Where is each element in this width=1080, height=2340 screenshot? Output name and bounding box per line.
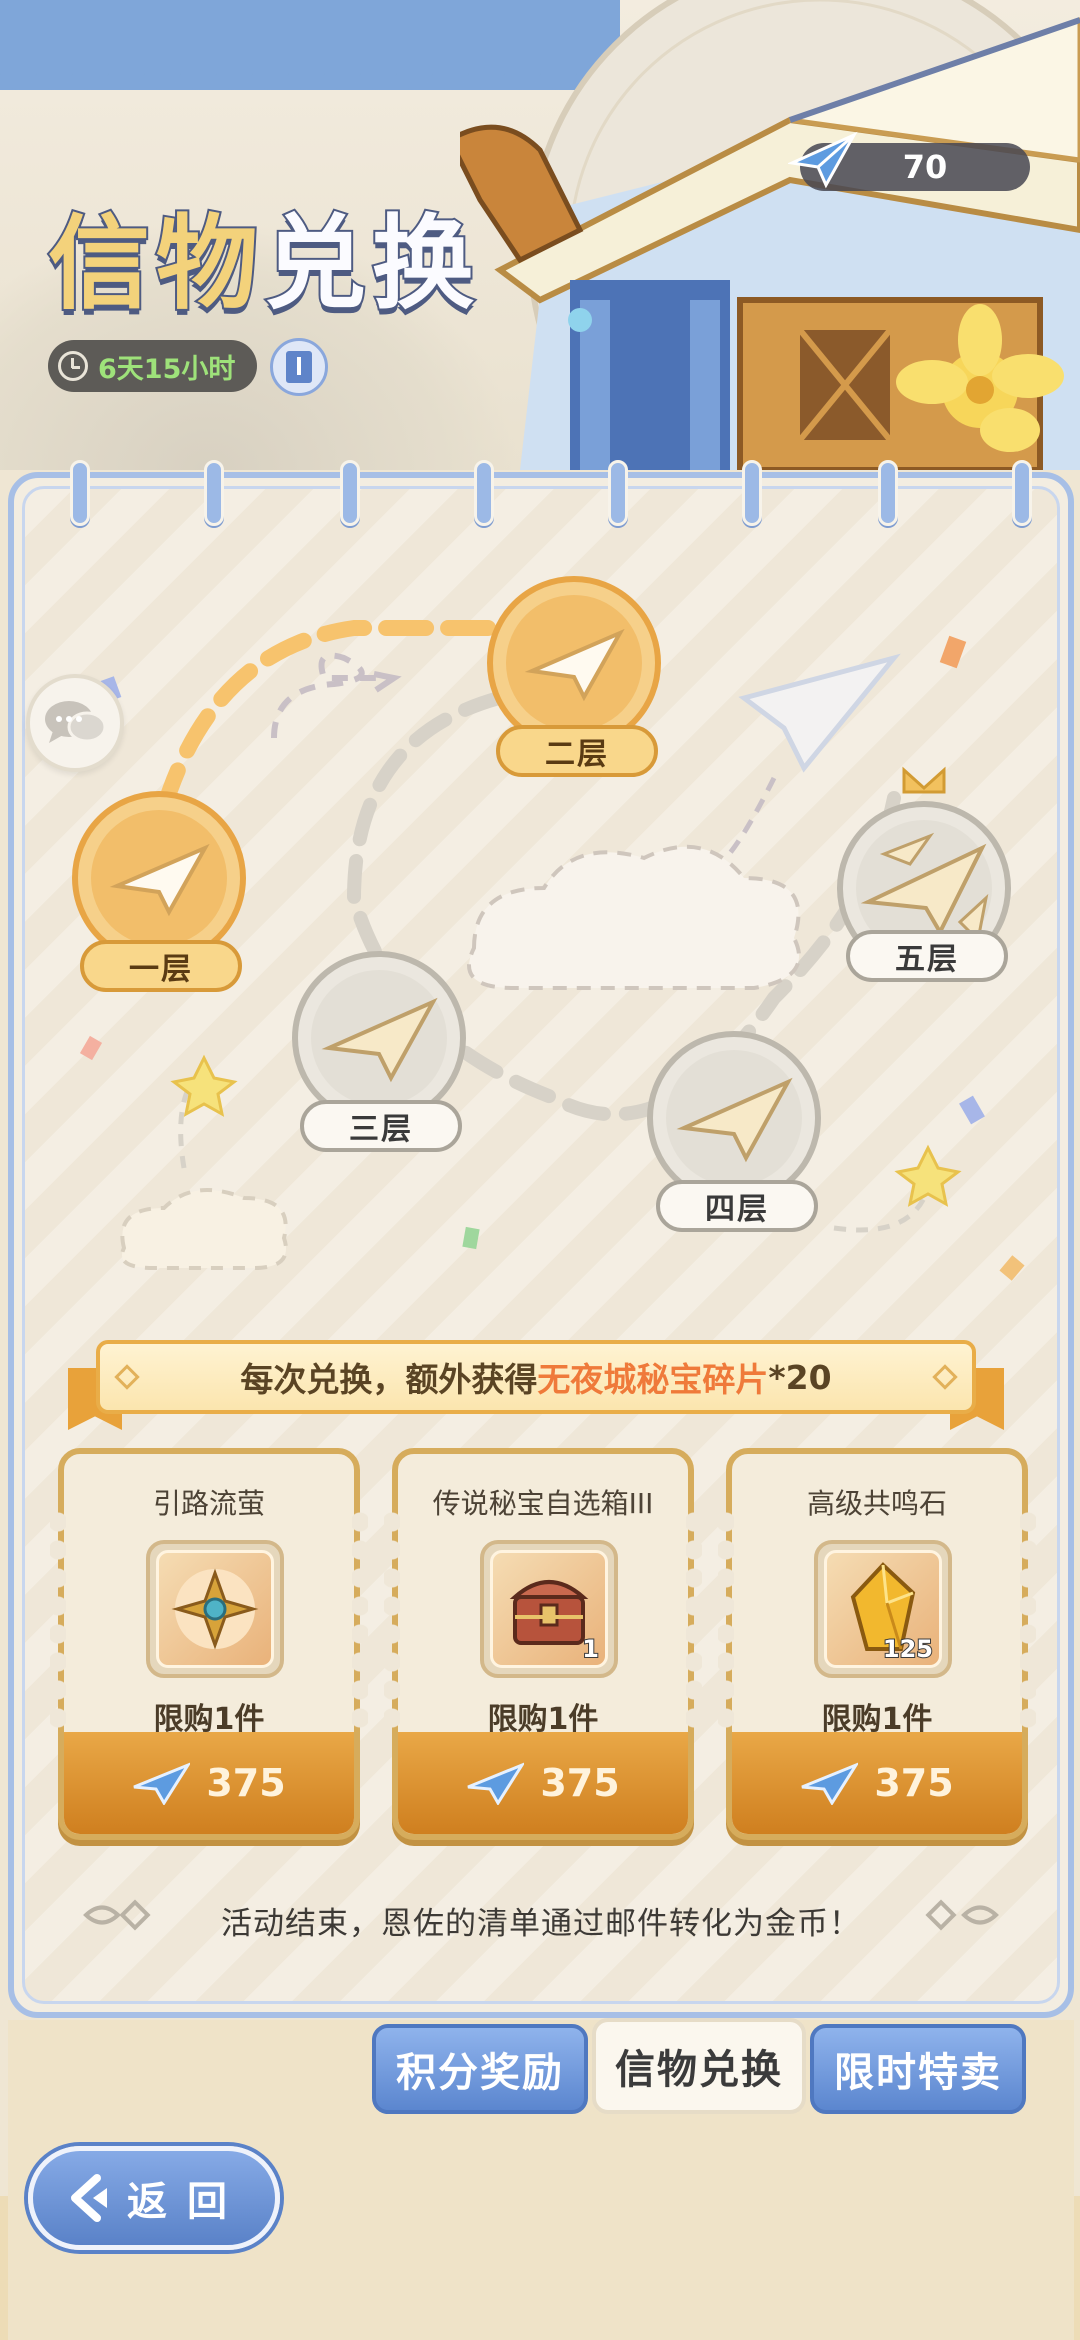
tab-points-reward[interactable]: 积分奖励	[372, 2024, 588, 2114]
paper-plane-icon	[788, 131, 858, 189]
clock-icon	[58, 351, 88, 381]
tier-map	[72, 576, 1025, 1281]
countdown-text: 6天15小时	[98, 353, 236, 385]
caravan-illustration	[460, 0, 1080, 470]
chat-button[interactable]	[26, 674, 124, 772]
tier-3-label[interactable]: 三层	[300, 1100, 462, 1152]
ornament-right	[925, 1899, 999, 1931]
arrow-head	[373, 671, 402, 693]
item-price: 375	[206, 1761, 286, 1805]
tier-2-label[interactable]: 二层	[496, 725, 658, 777]
tier-4-label[interactable]: 四层	[656, 1180, 818, 1232]
buy-button[interactable]: 375	[64, 1732, 354, 1834]
tier-5-label[interactable]: 五层	[846, 930, 1008, 982]
page-title: 信物兑换	[46, 202, 480, 326]
back-label: 返回	[127, 2179, 247, 2225]
tier-3-node	[292, 951, 466, 1125]
item-name: 高级共鸣石	[806, 1487, 947, 1520]
back-button[interactable]: 返回	[28, 2146, 280, 2250]
shop-item-card[interactable]: 高级共鸣石 125 限购1件 375	[718, 1448, 1036, 1840]
countdown-timer: 6天15小时	[48, 340, 258, 392]
currency-value: 70	[902, 148, 948, 186]
paper-plane-icon	[133, 1762, 191, 1805]
tier-2-node	[487, 576, 661, 750]
banner-text: 每次兑换，额外获得 无夜城秘宝碎片 *20	[96, 1340, 976, 1414]
chat-bubble-icon	[45, 701, 107, 743]
rules-button[interactable]	[270, 338, 328, 396]
buy-button[interactable]: 375	[732, 1732, 1022, 1834]
tier-1-node	[72, 791, 246, 965]
item-icon-frame: 1	[480, 1540, 618, 1678]
bonus-banner: 每次兑换，额外获得 无夜城秘宝碎片 *20	[68, 1340, 1004, 1430]
event-end-note: 活动结束，恩佐的清单通过邮件转化为金币！	[221, 1906, 861, 1942]
paper-plane-icon	[801, 1762, 859, 1805]
squiggle-arrow	[271, 652, 384, 739]
header: 70 信物兑换 6天15小时	[0, 0, 1080, 470]
tier-4-node	[647, 1031, 821, 1205]
item-price: 375	[874, 1761, 954, 1805]
banner-highlight: 无夜城秘宝碎片	[537, 1360, 769, 1399]
tab-limited-sale[interactable]: 限时特卖	[810, 2024, 1026, 2114]
item-price: 375	[540, 1761, 620, 1805]
firefly-icon	[171, 1568, 259, 1650]
shop-item-card[interactable]: 传说秘宝自选箱III 1 限购1件 375	[384, 1448, 702, 1840]
tab-token-exchange[interactable]: 信物兑换	[592, 2018, 806, 2114]
paper-plane-icon	[467, 1762, 525, 1805]
item-icon-frame	[146, 1540, 284, 1678]
tier-1-label[interactable]: 一层	[80, 940, 242, 992]
item-icon-frame: 125	[814, 1540, 952, 1678]
book-icon	[286, 351, 312, 383]
item-name: 引路流萤	[152, 1487, 265, 1520]
cloud-small	[120, 1188, 288, 1270]
item-quantity: 1	[581, 1634, 600, 1664]
item-quantity: 125	[882, 1634, 934, 1664]
buy-button[interactable]: 375	[398, 1732, 688, 1834]
back-arrow-icon	[71, 2174, 107, 2222]
currency-counter: 70	[788, 131, 1030, 191]
cloud	[467, 844, 801, 990]
paper-plane-decor	[738, 653, 901, 773]
shop-item-card[interactable]: 引路流萤 限购1件 375	[50, 1448, 368, 1840]
exchange-panel: 一层 二层 三层 四层 五层 每次兑换，额外获得 无夜城秘宝碎片 *20 引路流萤	[8, 460, 1074, 2018]
item-name: 传说秘宝自选箱III	[432, 1487, 654, 1520]
